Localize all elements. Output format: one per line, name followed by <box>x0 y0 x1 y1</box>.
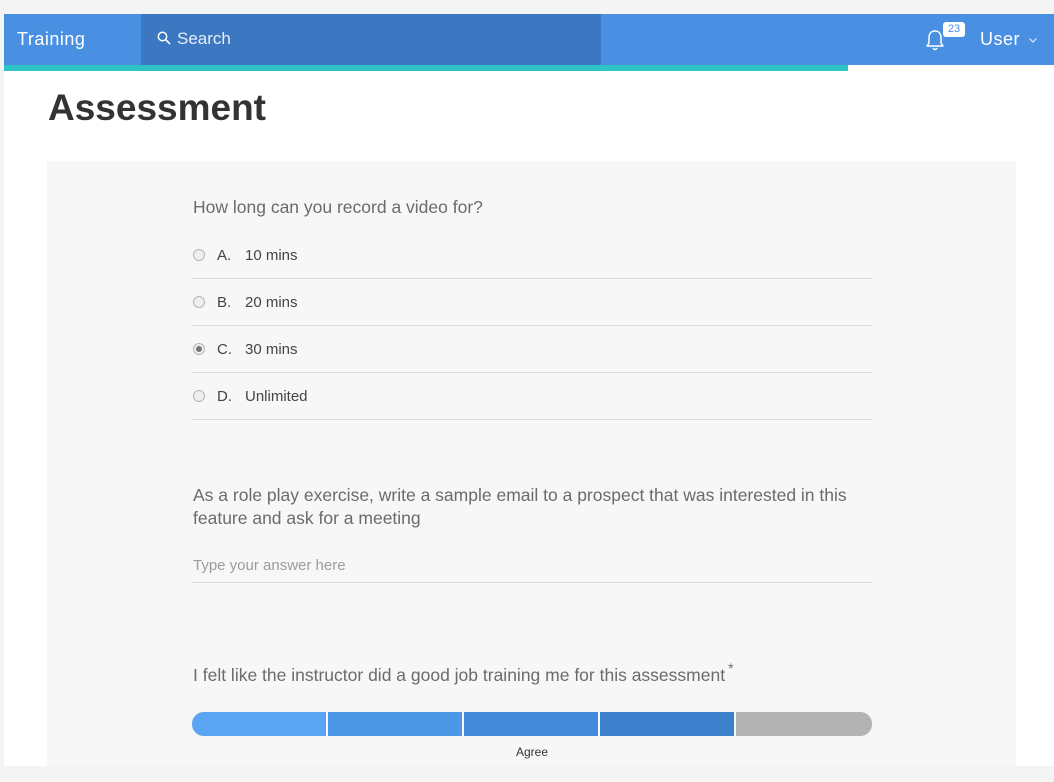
answer-input[interactable] <box>192 553 872 583</box>
question-2-text: As a role play exercise, write a sample … <box>193 485 847 528</box>
scale-segment-1[interactable] <box>192 712 328 736</box>
top-navigation-bar: Training 23 User <box>4 14 1054 65</box>
radio-button[interactable] <box>193 296 205 308</box>
question-1-options: A. 10 mins B. 20 mins C. 30 mins D. Unli… <box>192 232 872 420</box>
scale-segment-4[interactable] <box>600 712 736 736</box>
course-progress-bar <box>4 65 1054 71</box>
option-a[interactable]: A. 10 mins <box>192 232 872 279</box>
option-b[interactable]: B. 20 mins <box>192 279 872 326</box>
radio-button[interactable] <box>193 343 205 355</box>
search-icon <box>157 31 171 45</box>
page-title: Assessment <box>48 87 267 128</box>
option-label: 20 mins <box>245 293 298 311</box>
brand-link[interactable]: Training <box>17 14 85 65</box>
notification-count-badge: 23 <box>943 22 965 37</box>
option-letter: A. <box>217 246 232 264</box>
option-c[interactable]: C. 30 mins <box>192 326 872 373</box>
option-label: Unlimited <box>245 387 308 405</box>
question-3-label: I felt like the instructor did a good jo… <box>193 665 726 685</box>
app-frame: Training 23 User Assessment How long can… <box>4 14 1054 766</box>
scale-segment-3[interactable] <box>464 712 600 736</box>
user-menu[interactable]: User <box>980 14 1038 65</box>
question-3-text: I felt like the instructor did a good jo… <box>193 660 734 688</box>
course-progress-fill <box>4 65 849 71</box>
scale-segment-2[interactable] <box>328 712 464 736</box>
radio-button[interactable] <box>193 390 205 402</box>
option-letter: C. <box>217 340 232 358</box>
search-box[interactable] <box>141 14 601 65</box>
scale-selected-label: Agree <box>515 745 549 759</box>
option-letter: D. <box>217 387 232 405</box>
option-letter: B. <box>217 293 232 311</box>
required-indicator: * <box>728 660 734 676</box>
assessment-panel: How long can you record a video for? A. … <box>47 161 1016 766</box>
chevron-down-icon <box>1029 37 1037 43</box>
scale-segment-5[interactable] <box>736 712 872 736</box>
option-label: 10 mins <box>245 246 298 264</box>
question-1-text: How long can you record a video for? <box>193 197 483 217</box>
search-input[interactable] <box>177 27 577 51</box>
agreement-scale[interactable] <box>192 712 872 736</box>
user-menu-label: User <box>980 29 1021 49</box>
radio-button[interactable] <box>193 249 205 261</box>
option-label: 30 mins <box>245 340 298 358</box>
option-d[interactable]: D. Unlimited <box>192 373 872 420</box>
